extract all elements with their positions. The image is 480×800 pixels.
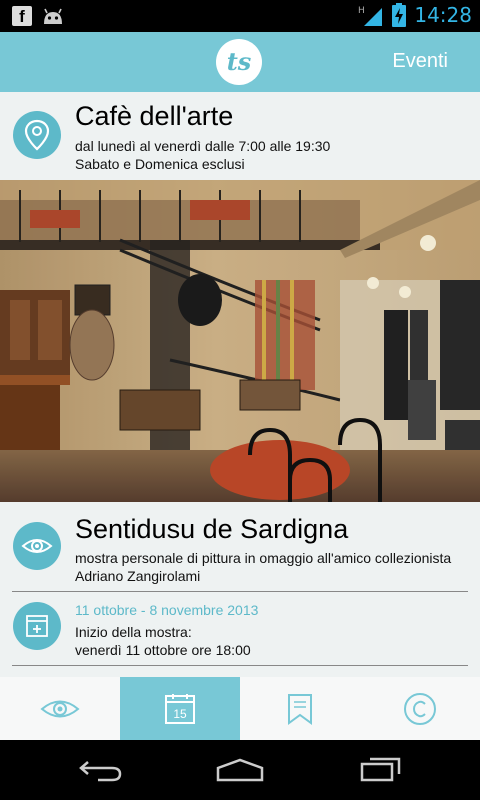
event-title: Sentidusu de Sardigna (75, 514, 349, 544)
tab-calendar[interactable]: 15 (120, 677, 240, 740)
eye-icon (40, 700, 80, 717)
home-button[interactable] (216, 758, 264, 787)
recents-icon (360, 757, 401, 782)
venue-photo (0, 180, 480, 502)
event-start-label: Inizio della mostra: (75, 624, 192, 640)
eye-icon (13, 522, 61, 570)
calendar-plus-icon (13, 602, 61, 650)
system-nav-bar (0, 740, 480, 800)
eventi-button[interactable]: Eventi (392, 50, 448, 73)
calendar-icon: 15 (165, 693, 195, 724)
bottom-tab-bar: 15 (0, 677, 480, 740)
location-pin-icon (13, 111, 61, 159)
event-start-detail: venerdì 11 ottobre ore 18:00 (75, 642, 251, 658)
battery-charging-icon (392, 3, 407, 27)
tab-bookmark[interactable] (240, 677, 360, 740)
calendar-day-label: 15 (173, 707, 187, 721)
event-panel: Sentidusu de Sardigna mostra personale d… (0, 502, 480, 677)
venue-closed-days: Sabato e Domenica esclusi (75, 156, 245, 172)
copyright-icon (404, 692, 436, 725)
venue-name: Cafè dell'arte (75, 101, 234, 131)
back-button[interactable] (78, 760, 122, 787)
tab-copyright[interactable] (360, 677, 480, 740)
divider (12, 591, 468, 592)
divider (12, 665, 468, 666)
status-clock: 14:28 (414, 3, 472, 27)
tab-info[interactable] (0, 677, 120, 740)
status-bar: f H 14:28 (0, 0, 480, 32)
venue-hours: dal lunedì al venerdì dalle 7:00 alle 19… (75, 138, 331, 154)
svg-text:H: H (358, 6, 365, 16)
facebook-icon: f (12, 6, 32, 26)
recents-button[interactable] (360, 756, 402, 787)
event-description: mostra personale di pittura in omaggio a… (75, 550, 452, 566)
bookmark-icon (288, 693, 312, 725)
venue-header: Cafè dell'arte dal lunedì al venerdì dal… (0, 92, 480, 180)
event-date-range: 11 ottobre - 8 novembre 2013 (75, 602, 259, 618)
event-description-artist: Adriano Zangirolami (75, 568, 201, 584)
android-icon (42, 6, 64, 26)
app-bar: ts Eventi (0, 32, 480, 92)
app-logo[interactable]: ts (216, 39, 262, 85)
back-icon (79, 761, 122, 782)
signal-icon: H (358, 6, 383, 26)
home-icon (216, 758, 264, 782)
